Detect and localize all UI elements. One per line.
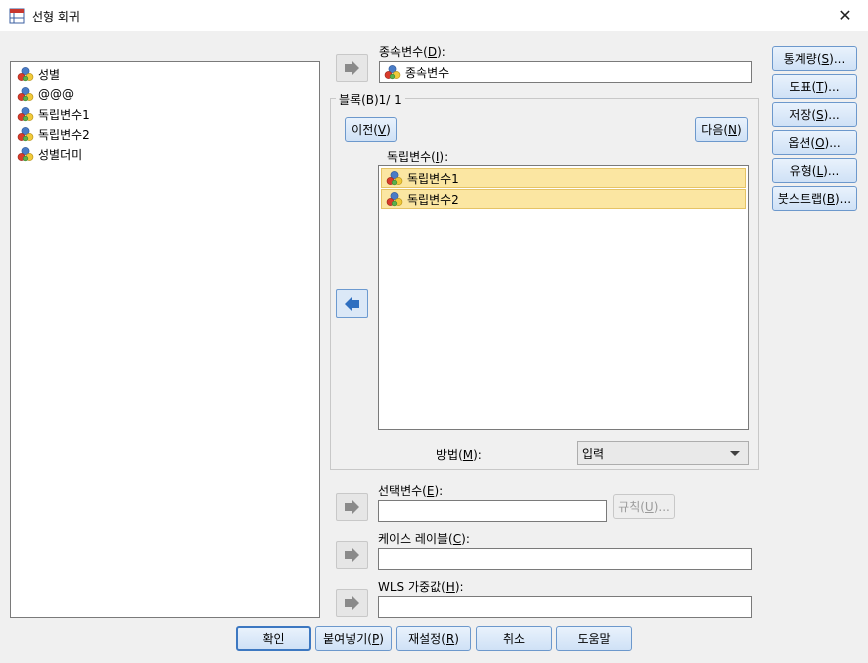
close-button[interactable]: ✕ bbox=[822, 0, 868, 31]
scale-variable-icon bbox=[17, 106, 34, 122]
style-button[interactable]: 유형(L)... bbox=[772, 158, 857, 183]
move-to-wls-button[interactable] bbox=[336, 589, 368, 617]
list-item[interactable]: 독립변수1 bbox=[381, 168, 746, 188]
arrow-right-icon bbox=[343, 596, 361, 610]
move-from-independents-button[interactable] bbox=[336, 289, 368, 318]
plots-button[interactable]: 도표(T)... bbox=[772, 74, 857, 99]
reset-button[interactable]: 재설정(R) bbox=[396, 626, 471, 651]
wls-field[interactable] bbox=[378, 596, 752, 618]
spss-app-icon bbox=[9, 8, 25, 24]
case-label-label: 케이스 레이블(C): bbox=[378, 532, 470, 546]
block-legend: 블록(B)1/ 1 bbox=[336, 91, 405, 108]
bootstrap-button[interactable]: 붓스트랩(B)... bbox=[772, 186, 857, 211]
chevron-down-icon bbox=[730, 451, 740, 456]
list-item[interactable]: 독립변수2 bbox=[381, 189, 746, 209]
help-button[interactable]: 도움말 bbox=[556, 626, 632, 651]
scale-variable-icon bbox=[386, 191, 403, 207]
statistics-button[interactable]: 통계량(S)... bbox=[772, 46, 857, 71]
save-button[interactable]: 저장(S)... bbox=[772, 102, 857, 127]
previous-block-button[interactable]: 이전(V) bbox=[345, 117, 397, 142]
close-icon: ✕ bbox=[838, 6, 852, 25]
source-variable-list[interactable]: 성별 @@@ 독립변수1 독립변수2 성별더미 bbox=[10, 61, 320, 618]
title-bar: 선형 회귀 ✕ bbox=[0, 0, 868, 31]
dependent-value: 종속변수 bbox=[405, 65, 450, 80]
dependent-field[interactable]: 종속변수 bbox=[379, 61, 752, 83]
list-item[interactable]: 성별더미 bbox=[11, 144, 319, 164]
selection-field[interactable] bbox=[378, 500, 607, 522]
scale-variable-icon bbox=[386, 170, 403, 186]
arrow-right-icon bbox=[343, 548, 361, 562]
method-select[interactable]: 입력 bbox=[577, 441, 749, 465]
selection-label: 선택변수(E): bbox=[378, 484, 444, 498]
list-item[interactable]: 독립변수2 bbox=[11, 124, 319, 144]
arrow-left-icon bbox=[343, 297, 361, 311]
scale-variable-icon bbox=[17, 66, 34, 82]
move-to-selection-button[interactable] bbox=[336, 493, 368, 521]
list-item[interactable]: 독립변수1 bbox=[11, 104, 319, 124]
scale-variable-icon bbox=[384, 64, 401, 80]
case-label-field[interactable] bbox=[378, 548, 752, 570]
list-item[interactable]: 성별 bbox=[11, 64, 319, 84]
move-to-dependent-button[interactable] bbox=[336, 54, 368, 82]
window-title: 선형 회귀 bbox=[32, 10, 80, 24]
scale-variable-icon bbox=[17, 86, 34, 102]
rule-button[interactable]: 규칙(U)... bbox=[613, 494, 675, 519]
dependent-label: 종속변수(D): bbox=[379, 45, 446, 59]
scale-variable-icon bbox=[17, 146, 34, 162]
cancel-button[interactable]: 취소 bbox=[476, 626, 552, 651]
next-block-button[interactable]: 다음(N) bbox=[695, 117, 748, 142]
independents-list[interactable]: 독립변수1 독립변수2 bbox=[378, 165, 749, 430]
arrow-right-icon bbox=[343, 61, 361, 75]
arrow-right-icon bbox=[343, 500, 361, 514]
options-button[interactable]: 옵션(O)... bbox=[772, 130, 857, 155]
ok-button[interactable]: 확인 bbox=[236, 626, 311, 651]
wls-label: WLS 가중값(H): bbox=[378, 580, 464, 594]
independents-label: 독립변수(I): bbox=[387, 150, 449, 164]
move-to-case-label-button[interactable] bbox=[336, 541, 368, 569]
list-item[interactable]: @@@ bbox=[11, 84, 319, 104]
method-label: 방법(M): bbox=[436, 448, 482, 462]
scale-variable-icon bbox=[17, 126, 34, 142]
paste-button[interactable]: 붙여넣기(P) bbox=[315, 626, 392, 651]
